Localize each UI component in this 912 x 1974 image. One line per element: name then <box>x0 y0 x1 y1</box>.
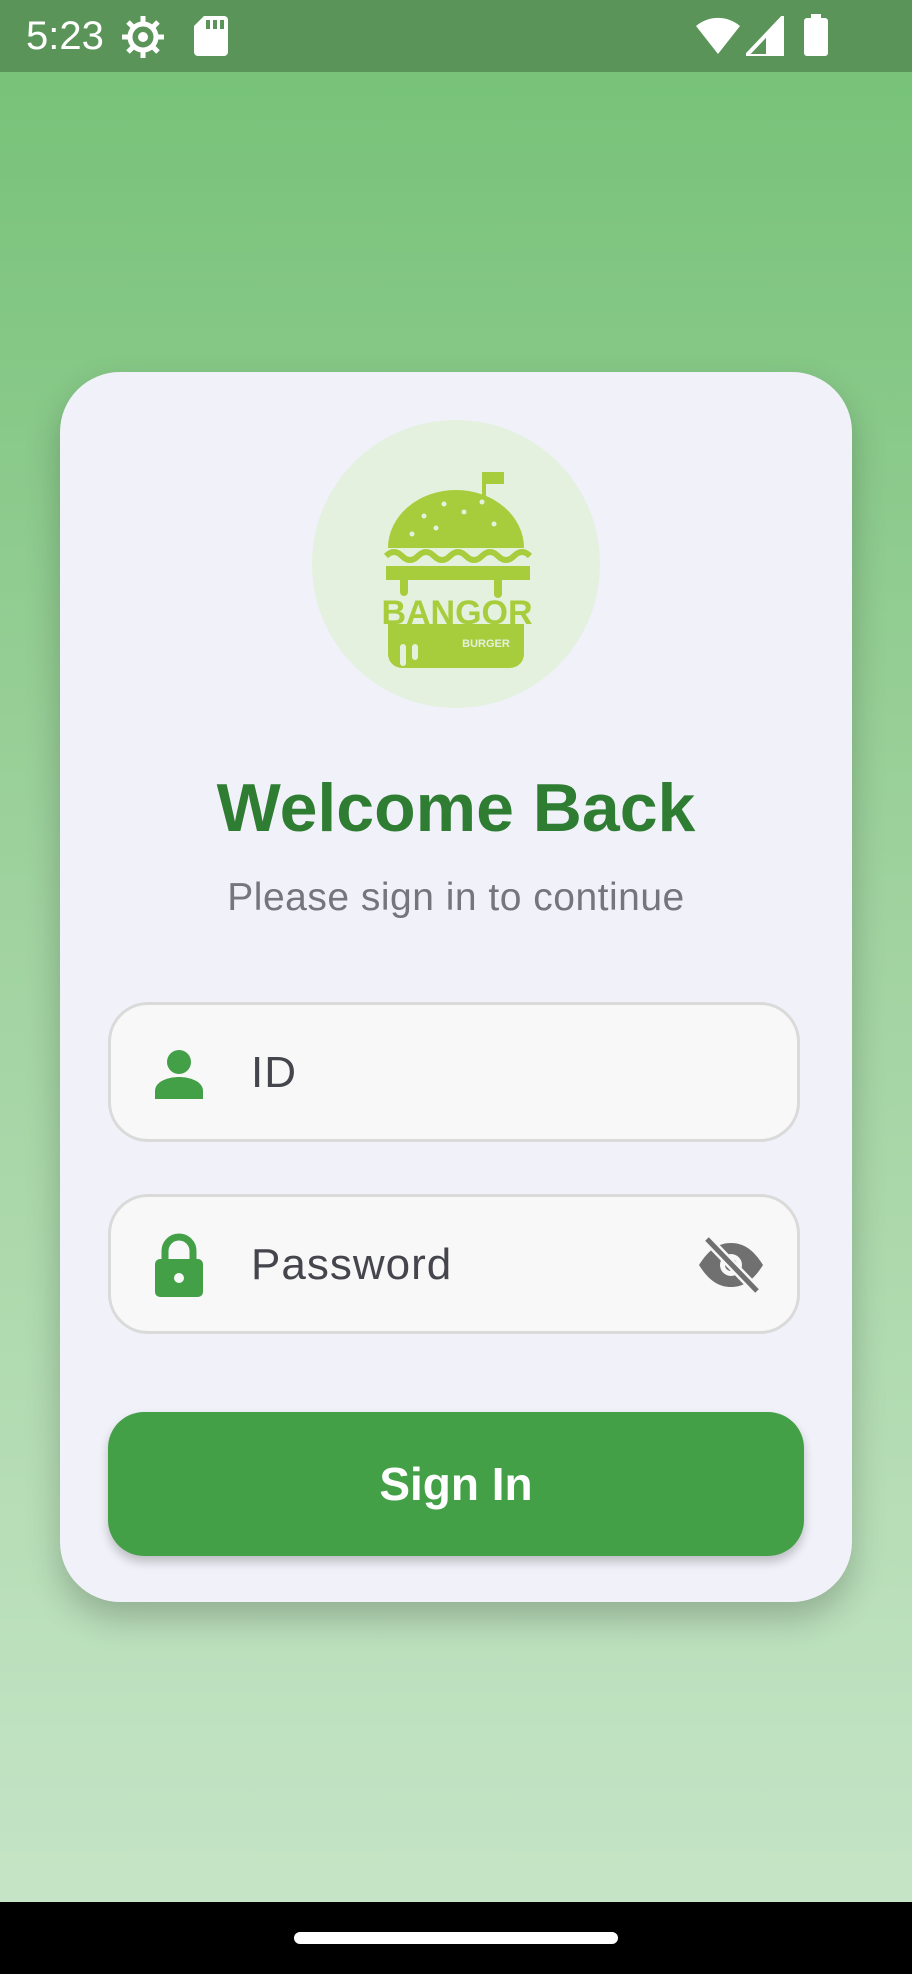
person-icon <box>153 1049 205 1099</box>
id-input[interactable] <box>251 1035 651 1111</box>
lock-icon <box>153 1233 205 1297</box>
login-card: BANGOR BURGER Welcome Back Please sign i… <box>60 372 852 1602</box>
wifi-icon <box>696 16 740 54</box>
id-field[interactable] <box>108 1002 800 1142</box>
brand-tagline: BURGER <box>462 638 510 650</box>
password-input[interactable] <box>251 1227 651 1303</box>
status-bar: 5:23 <box>0 0 912 72</box>
visibility-off-icon[interactable] <box>697 1235 765 1295</box>
page-title: Welcome Back <box>216 770 696 846</box>
brand-name: BANGOR <box>381 594 532 632</box>
password-field[interactable] <box>108 1194 800 1334</box>
sign-in-button[interactable]: Sign In <box>108 1412 804 1556</box>
login-screen: 5:23 BANGOR BURGER Welcome Back Please s… <box>0 0 912 1974</box>
brand-logo: BANGOR BURGER <box>312 420 600 708</box>
battery-icon <box>804 14 828 56</box>
settings-gear-icon <box>120 14 166 60</box>
status-time: 5:23 <box>26 14 104 58</box>
page-subtitle: Please sign in to continue <box>227 876 685 919</box>
navigation-bar <box>0 1902 912 1974</box>
sd-card-icon <box>194 16 228 56</box>
cell-signal-icon <box>746 16 784 56</box>
home-indicator[interactable] <box>294 1932 618 1944</box>
